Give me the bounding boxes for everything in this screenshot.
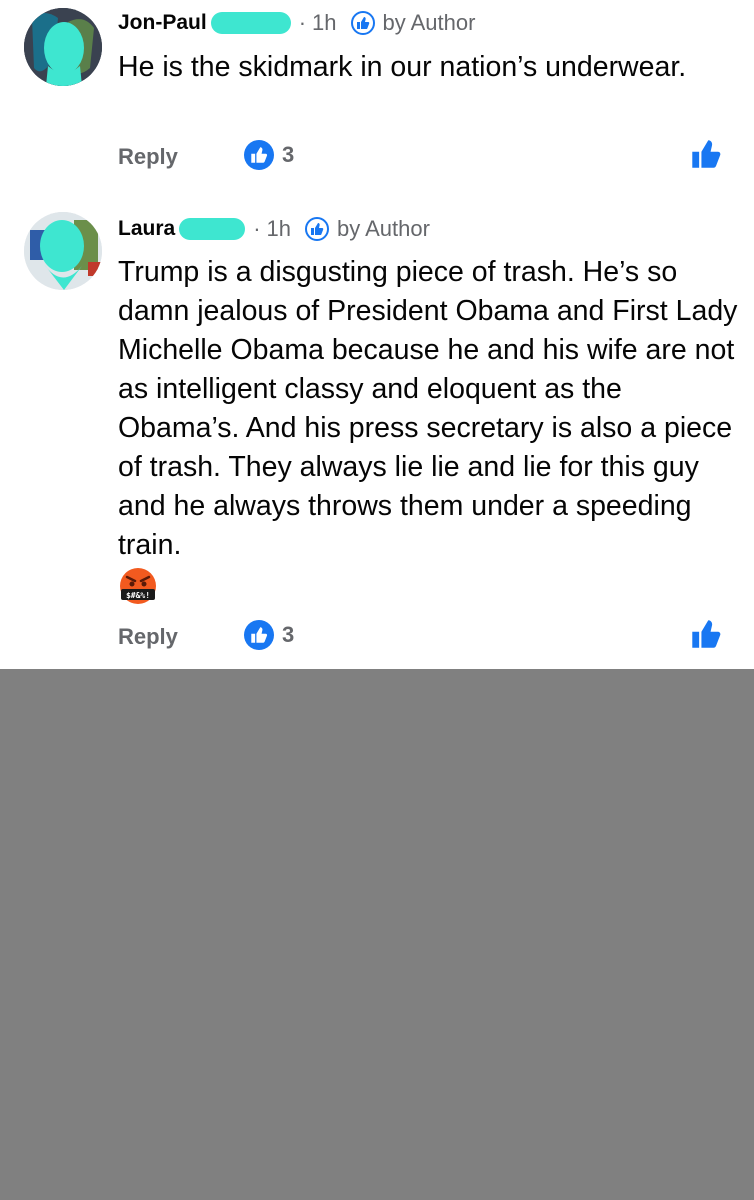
thumbs-up-icon bbox=[692, 140, 721, 168]
author-name[interactable]: Laura bbox=[118, 217, 175, 241]
comment-header: Jon-Paul · 1h by Author bbox=[118, 8, 475, 38]
redacted-name bbox=[179, 218, 246, 240]
reaction-summary[interactable]: 3 bbox=[244, 620, 294, 650]
thumbs-up-icon bbox=[692, 620, 721, 648]
reply-button[interactable]: Reply bbox=[118, 144, 178, 170]
badge-label: by Author bbox=[382, 10, 476, 35]
comment-actions: Reply 3 bbox=[118, 620, 754, 660]
comment-text: Trump is a disgusting piece of trash. He… bbox=[118, 256, 738, 561]
reaction-summary[interactable]: 3 bbox=[244, 140, 294, 170]
reply-button[interactable]: Reply bbox=[118, 624, 178, 650]
like-button[interactable] bbox=[690, 138, 722, 170]
comment-text: He is the skidmark in our nation’s under… bbox=[118, 51, 687, 83]
angry-emoji-icon: $#&%! bbox=[118, 566, 158, 606]
comment-header: Laura · 1h by Author bbox=[118, 214, 430, 244]
like-reaction-icon bbox=[244, 620, 274, 650]
liked-by-author-badge: by Author bbox=[305, 216, 430, 242]
separator-dot: · bbox=[253, 216, 261, 241]
separator-dot: · bbox=[298, 10, 307, 35]
timestamp[interactable]: 1h bbox=[267, 216, 291, 242]
like-reaction-icon bbox=[244, 140, 274, 170]
comment-actions: Reply 3 bbox=[118, 140, 754, 180]
badge-label: by Author bbox=[337, 216, 430, 241]
blank-area bbox=[0, 669, 754, 1200]
emoji-text: $#&%! bbox=[126, 591, 150, 600]
redacted-name bbox=[210, 12, 291, 34]
author-name[interactable]: Jon-Paul bbox=[118, 11, 207, 35]
thumbs-up-icon bbox=[305, 217, 329, 241]
reaction-count: 3 bbox=[282, 142, 295, 167]
reaction-count: 3 bbox=[282, 622, 295, 647]
thumbs-up-icon bbox=[350, 11, 375, 35]
timestamp[interactable]: 1h bbox=[312, 10, 336, 36]
liked-by-author-badge: by Author bbox=[350, 10, 476, 36]
like-button[interactable] bbox=[690, 618, 722, 650]
avatar[interactable] bbox=[24, 8, 102, 86]
avatar[interactable] bbox=[24, 212, 102, 290]
